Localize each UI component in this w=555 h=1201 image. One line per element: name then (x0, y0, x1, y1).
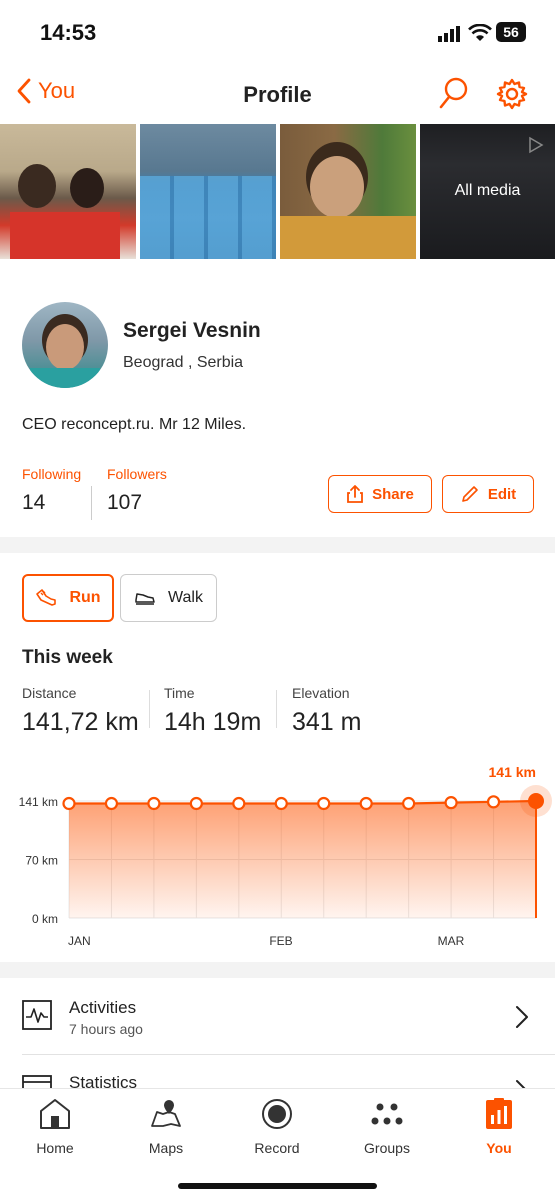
share-label: Share (372, 485, 414, 503)
data-point[interactable] (486, 795, 501, 809)
section-divider (0, 962, 555, 978)
data-point[interactable] (317, 796, 331, 811)
tab-home-label: Home (36, 1140, 74, 1156)
y-tick-label: 0 km (32, 912, 58, 926)
weekly-distance-chart[interactable]: 141 km 70 km 0 km JAN FEB MAR 141 km (0, 758, 555, 954)
activities-row[interactable]: Activities 7 hours ago (0, 978, 555, 1054)
distance-value: 141,72 km (22, 708, 139, 736)
groups-dots-icon (371, 1103, 403, 1125)
tab-record-label: Record (254, 1140, 300, 1156)
home-indicator (178, 1183, 377, 1189)
elevation-label: Elevation (292, 685, 350, 701)
activity-graph-icon (22, 1000, 52, 1030)
activities-title: Activities (69, 998, 137, 1017)
edit-label: Edit (487, 485, 517, 503)
statistics-title: Statistics (69, 1073, 138, 1088)
stat-divider (91, 486, 92, 520)
page-title: Profile (243, 82, 312, 107)
avatar[interactable] (22, 302, 108, 388)
walk-shoe-icon (135, 593, 155, 605)
chevron-right-icon (516, 1006, 528, 1028)
section-divider (0, 537, 555, 553)
profile-bio: CEO reconcept.ru. Mr 12 Miles. (22, 416, 247, 433)
x-tick-label: MAR (438, 934, 465, 948)
map-pin-icon (151, 1100, 181, 1127)
tab-you[interactable]: You (449, 1097, 549, 1156)
stat-divider (276, 690, 277, 728)
data-point[interactable] (104, 796, 119, 811)
wifi-icon (468, 23, 492, 47)
y-tick-label: 141 km (19, 795, 58, 809)
tab-groups[interactable]: Groups (337, 1097, 437, 1156)
activities-subtitle: 7 hours ago (69, 1021, 143, 1037)
stat-divider (149, 690, 150, 728)
settings-button[interactable] (495, 77, 529, 116)
data-point-selected[interactable] (528, 793, 544, 809)
status-bar: 14:53 56 (0, 0, 555, 64)
you-stats-icon (486, 1098, 512, 1129)
chevron-right-icon (516, 1080, 526, 1088)
run-label: Run (69, 589, 101, 606)
walk-label: Walk (168, 589, 203, 606)
battery-icon: 56 (496, 22, 526, 42)
area-fill (69, 801, 536, 918)
data-point[interactable] (189, 796, 203, 811)
tab-home[interactable]: Home (5, 1097, 105, 1156)
data-point[interactable] (274, 796, 288, 811)
edit-button[interactable]: Edit (442, 475, 534, 513)
data-point[interactable] (444, 796, 458, 810)
battery-level: 56 (503, 24, 519, 40)
data-point[interactable] (232, 796, 246, 811)
tab-record[interactable]: Record (227, 1097, 327, 1156)
data-point[interactable] (359, 796, 373, 811)
x-tick-label: JAN (68, 934, 91, 948)
tab-groups-label: Groups (364, 1140, 410, 1156)
data-point[interactable] (402, 796, 416, 811)
home-icon (40, 1099, 70, 1129)
x-tick-label: FEB (269, 934, 292, 948)
time-label: Time (164, 685, 195, 701)
pencil-icon (462, 486, 478, 502)
search-button[interactable] (438, 76, 470, 115)
run-tab[interactable]: Run (22, 574, 114, 622)
media-photo-2[interactable] (140, 124, 276, 259)
share-button[interactable]: Share (328, 475, 432, 513)
data-point[interactable] (62, 796, 76, 811)
following-count[interactable]: 14 (22, 491, 45, 515)
tab-maps-label: Maps (148, 1140, 184, 1156)
signal-icon (438, 26, 460, 47)
record-icon (262, 1099, 292, 1129)
status-time: 14:53 (40, 20, 97, 45)
run-shoe-icon (36, 589, 57, 606)
time-value: 14h 19m (164, 708, 262, 736)
following-label[interactable]: Following (22, 466, 81, 482)
play-icon (529, 136, 544, 154)
share-icon (347, 485, 364, 503)
all-media-tile[interactable]: All media (420, 124, 555, 259)
y-tick-label: 70 km (25, 854, 58, 868)
profile-location: Beograd , Serbia (123, 354, 244, 371)
walk-tab[interactable]: Walk (120, 574, 217, 622)
followers-label[interactable]: Followers (107, 466, 167, 482)
followers-count[interactable]: 107 (107, 491, 142, 515)
tab-you-label: You (486, 1140, 512, 1156)
week-heading: This week (22, 647, 113, 668)
statistics-row[interactable]: Statistics (0, 1055, 555, 1088)
highlight-value-label: 141 km (489, 764, 536, 780)
statistics-icon (22, 1075, 52, 1088)
search-icon (439, 77, 468, 109)
all-media-label: All media (454, 182, 521, 199)
gear-icon (496, 78, 528, 110)
data-point[interactable] (147, 796, 161, 811)
profile-name: Sergei Vesnin (123, 319, 261, 342)
tab-maps[interactable]: Maps (116, 1097, 216, 1156)
media-photo-1[interactable] (0, 124, 136, 259)
distance-label: Distance (22, 685, 77, 701)
media-photo-3[interactable] (280, 124, 416, 259)
elevation-value: 341 m (292, 708, 362, 736)
